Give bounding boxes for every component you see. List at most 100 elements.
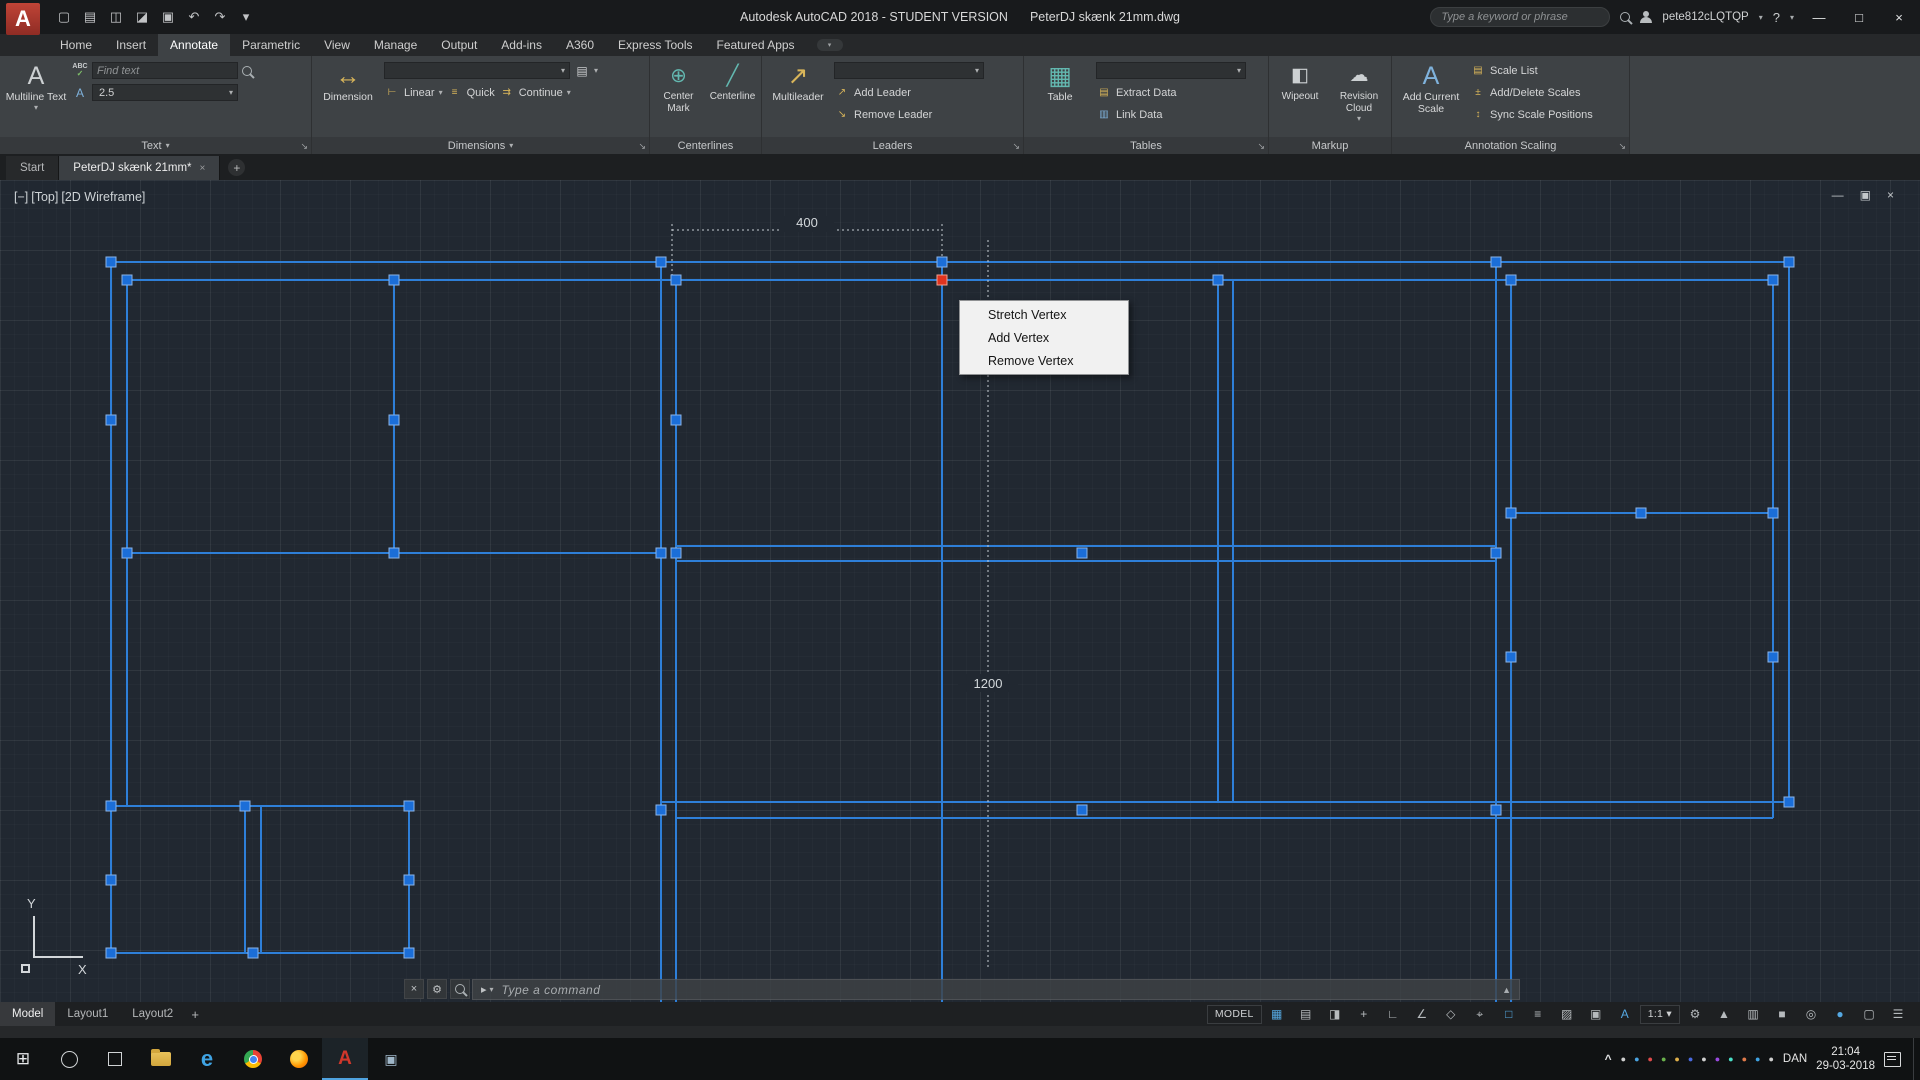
qat-save-icon[interactable]: ◫: [104, 6, 128, 28]
chevron-down-icon[interactable]: ▾: [1790, 13, 1794, 22]
grip[interactable]: [1506, 275, 1516, 285]
ribbon-tab-express-tools[interactable]: Express Tools: [606, 34, 704, 56]
lineweight-icon[interactable]: ≡: [1524, 1004, 1552, 1024]
isodraft-icon[interactable]: ◇: [1437, 1004, 1465, 1024]
ribbon-tab-view[interactable]: View: [312, 34, 362, 56]
grip[interactable]: [1077, 548, 1087, 558]
action-center-icon[interactable]: [1884, 1052, 1901, 1067]
text-height-combo[interactable]: 2.5 ▾: [92, 84, 238, 101]
firefox-icon[interactable]: [276, 1038, 322, 1080]
edge-icon[interactable]: e: [184, 1038, 230, 1080]
grip[interactable]: [1768, 652, 1778, 662]
multiline-text-button[interactable]: A Multiline Text ▾: [5, 59, 67, 137]
grip[interactable]: [1491, 257, 1501, 267]
language-indicator[interactable]: DAN: [1783, 1053, 1807, 1065]
grip[interactable]: [656, 805, 666, 815]
close-icon[interactable]: ×: [200, 163, 206, 174]
dim-style-combo[interactable]: ▾: [384, 62, 570, 79]
grip[interactable]: [389, 415, 399, 425]
grip[interactable]: [1491, 548, 1501, 558]
ribbon-tab-output[interactable]: Output: [429, 34, 489, 56]
ribbon-tab-add-ins[interactable]: Add-ins: [489, 34, 554, 56]
grip[interactable]: [656, 257, 666, 267]
search-icon[interactable]: [1620, 12, 1630, 22]
command-prompt-icon[interactable]: ▸▾: [481, 983, 494, 996]
dynamic-input-icon[interactable]: +: [1350, 1004, 1378, 1024]
graphics-performance-icon[interactable]: ●: [1826, 1004, 1854, 1024]
scale-list-button[interactable]: Scale List: [1490, 65, 1538, 77]
object-snap-tracking-icon[interactable]: ⌖: [1466, 1004, 1494, 1024]
grip[interactable]: [1784, 797, 1794, 807]
grid-display-icon[interactable]: ▦: [1263, 1004, 1291, 1024]
grip[interactable]: [122, 548, 132, 558]
ribbon-tab-manage[interactable]: Manage: [362, 34, 429, 56]
new-layout-button[interactable]: +: [185, 1002, 205, 1026]
polar-tracking-icon[interactable]: ∠: [1408, 1004, 1436, 1024]
add-leader-button[interactable]: Add Leader: [854, 87, 911, 99]
ribbon-tab-featured-apps[interactable]: Featured Apps: [705, 34, 807, 56]
grip[interactable]: [106, 801, 116, 811]
show-desktop-button[interactable]: [1913, 1038, 1920, 1080]
tray-icon-11[interactable]: ●: [1755, 1055, 1760, 1064]
ribbon-display-toggle[interactable]: ▾: [817, 39, 843, 51]
panel-footer-tables[interactable]: Tables ↘: [1024, 137, 1268, 154]
cortana-search-button[interactable]: [46, 1038, 92, 1080]
annotation-visibility-icon[interactable]: A: [1611, 1004, 1639, 1024]
grip[interactable]: [106, 948, 116, 958]
panel-footer-annotation-scaling[interactable]: Annotation Scaling ↘: [1392, 137, 1629, 154]
model-space-canvas[interactable]: 4001200 [−] [Top] [2D Wireframe] — ▣ × S…: [0, 180, 1920, 1002]
chrome-icon[interactable]: [230, 1038, 276, 1080]
command-line[interactable]: ▸▾ Type a command ▲: [472, 979, 1520, 1000]
center-mark-button[interactable]: ⊕ Center Mark: [653, 59, 705, 137]
extract-data-button[interactable]: Extract Data: [1116, 87, 1177, 99]
grip[interactable]: [389, 548, 399, 558]
ribbon-tab-annotate[interactable]: Annotate: [158, 34, 230, 56]
doc-close-icon[interactable]: ×: [1887, 188, 1894, 202]
signed-in-user[interactable]: pete812cLQTQP: [1662, 11, 1748, 23]
ortho-mode-icon[interactable]: ∟: [1379, 1004, 1407, 1024]
grip[interactable]: [404, 875, 414, 885]
tray-icon-2[interactable]: ●: [1634, 1055, 1639, 1064]
qat-undo-icon[interactable]: ↶: [182, 6, 206, 28]
sync-scale-positions-button[interactable]: Sync Scale Positions: [1490, 109, 1593, 121]
find-text-input[interactable]: [92, 62, 238, 79]
multileader-button[interactable]: ↗ Multileader: [767, 59, 829, 137]
file-tab-start[interactable]: Start: [6, 156, 59, 180]
hot-grip[interactable]: [937, 275, 947, 285]
grip[interactable]: [248, 948, 258, 958]
tray-expand-icon[interactable]: ^: [1605, 1052, 1612, 1066]
search-icon[interactable]: [450, 979, 470, 999]
tray-icon-7[interactable]: ●: [1701, 1055, 1706, 1064]
grip[interactable]: [1491, 805, 1501, 815]
link-data-button[interactable]: Link Data: [1116, 109, 1162, 121]
start-button[interactable]: ⊞: [0, 1038, 46, 1080]
visual-style-control[interactable]: [2D Wireframe]: [61, 190, 145, 204]
table-button[interactable]: ▦ Table: [1029, 59, 1091, 137]
tray-icon-4[interactable]: ●: [1661, 1055, 1666, 1064]
grip[interactable]: [106, 875, 116, 885]
layout-tab-model[interactable]: Model: [0, 1002, 55, 1026]
layout-tab-layout1[interactable]: Layout1: [55, 1002, 120, 1026]
chevron-down-icon[interactable]: ▾: [439, 88, 443, 97]
add-delete-scales-button[interactable]: Add/Delete Scales: [1490, 87, 1581, 99]
application-menu-button[interactable]: A: [6, 3, 40, 35]
ribbon-tab-home[interactable]: Home: [48, 34, 104, 56]
grip[interactable]: [1784, 257, 1794, 267]
grip[interactable]: [1506, 652, 1516, 662]
grip[interactable]: [1077, 805, 1087, 815]
isolate-objects-icon[interactable]: ◎: [1797, 1004, 1825, 1024]
revision-cloud-button[interactable]: ☁ Revision Cloud ▾: [1330, 59, 1388, 137]
annotative-text-icon[interactable]: A: [72, 85, 88, 101]
remove-leader-button[interactable]: Remove Leader: [854, 109, 932, 121]
grip[interactable]: [656, 548, 666, 558]
grip[interactable]: [1768, 508, 1778, 518]
infer-constraints-icon[interactable]: ◨: [1321, 1004, 1349, 1024]
grip[interactable]: [671, 415, 681, 425]
ribbon-tab-parametric[interactable]: Parametric: [230, 34, 312, 56]
panel-footer-markup[interactable]: Markup: [1269, 137, 1391, 154]
customization-icon[interactable]: ☰: [1884, 1004, 1912, 1024]
selection-cycling-icon[interactable]: ▣: [1582, 1004, 1610, 1024]
qat-open-icon[interactable]: ▤: [78, 6, 102, 28]
panel-footer-centerlines[interactable]: Centerlines: [650, 137, 761, 154]
dialog-launcher-icon[interactable]: ↘: [1012, 141, 1020, 152]
